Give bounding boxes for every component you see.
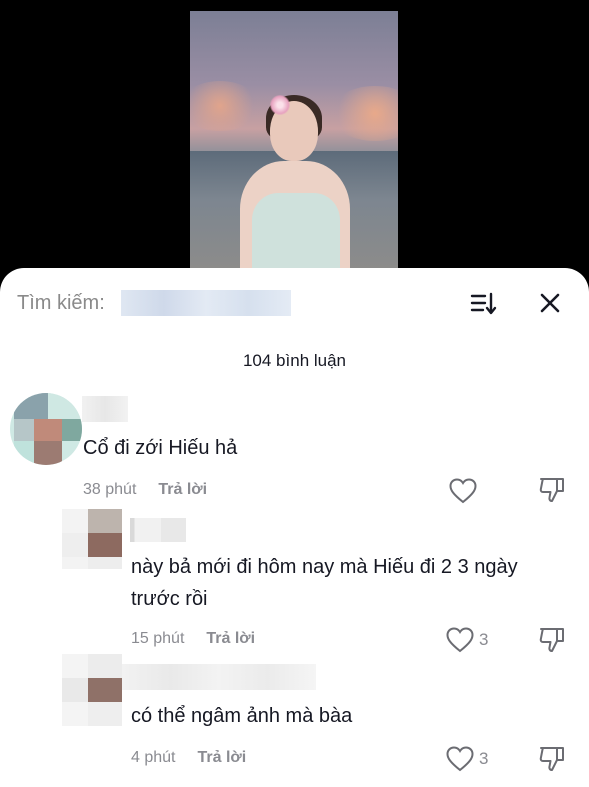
avatar[interactable] xyxy=(62,654,122,726)
reply-button[interactable]: Trả lời xyxy=(197,749,246,766)
heart-icon[interactable] xyxy=(446,627,474,653)
comment-time: 38 phút xyxy=(83,481,137,498)
dislike-icon[interactable] xyxy=(538,625,566,653)
comment-meta: 15 phút Trả lời xyxy=(131,630,255,648)
like-count: 3 xyxy=(479,749,489,768)
dress-shape xyxy=(252,193,340,273)
username-redacted[interactable] xyxy=(130,518,186,542)
dislike-icon[interactable] xyxy=(538,475,566,503)
dislike-icon[interactable] xyxy=(538,744,566,772)
video-thumbnail[interactable] xyxy=(190,11,398,273)
comment-text: Cổ đi zới Hiếu hả xyxy=(83,437,238,459)
heart-icon[interactable] xyxy=(449,478,477,504)
comment-meta: 38 phút Trả lời xyxy=(83,481,207,499)
reply-button[interactable]: Trả lời xyxy=(206,630,255,647)
sort-icon[interactable] xyxy=(470,290,498,318)
comment-time: 15 phút xyxy=(131,630,185,647)
avatar[interactable] xyxy=(10,393,82,465)
comment-text: này bả mới đi hôm nay mà Hiếu đi 2 3 ngà… xyxy=(131,556,518,610)
avatar[interactable] xyxy=(62,509,122,569)
comment-meta: 4 phút Trả lời xyxy=(131,749,246,767)
cloud-shape xyxy=(330,86,398,141)
comment-text: có thể ngâm ảnh mà bàa xyxy=(131,705,353,727)
reply-button[interactable]: Trả lời xyxy=(158,481,207,498)
close-icon[interactable] xyxy=(537,290,563,316)
search-row[interactable]: Tìm kiếm: xyxy=(0,288,589,322)
comment-count: 104 bình luận xyxy=(242,351,347,370)
heart-icon[interactable] xyxy=(446,746,474,772)
username-redacted[interactable] xyxy=(82,396,128,422)
username-redacted[interactable] xyxy=(122,664,316,690)
comments-sheet: Tìm kiếm: 104 bình luận Cổ đi zới Hiếu h… xyxy=(0,268,589,787)
flower-shape xyxy=(270,95,290,115)
cloud-shape xyxy=(190,81,260,131)
search-query-redacted[interactable] xyxy=(121,290,291,316)
comment-time: 4 phút xyxy=(131,749,176,766)
like-count: 3 xyxy=(479,630,489,649)
video-area[interactable] xyxy=(0,0,589,290)
search-label[interactable]: Tìm kiếm: xyxy=(17,292,105,315)
